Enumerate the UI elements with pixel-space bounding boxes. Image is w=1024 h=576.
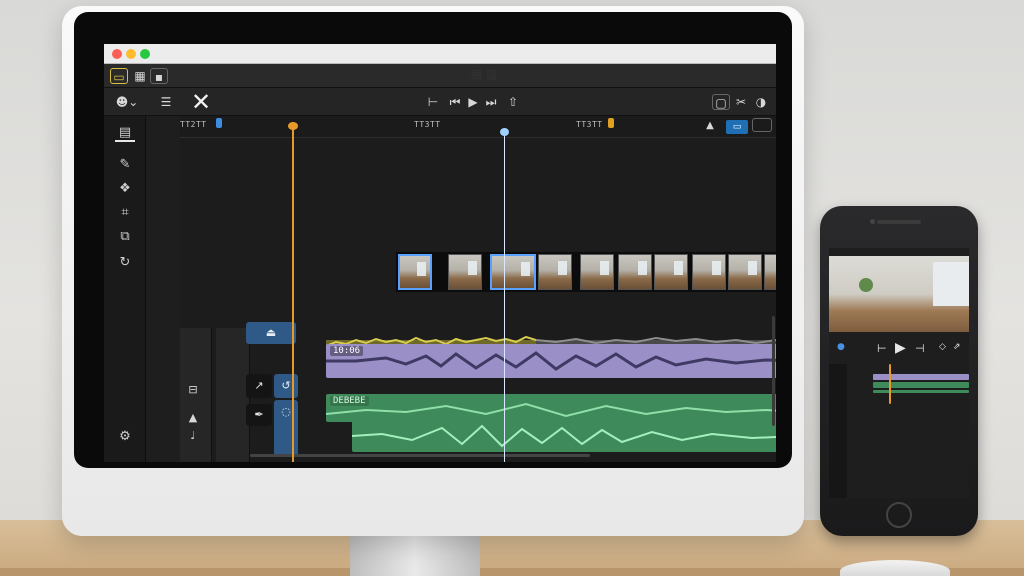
video-thumbnail[interactable] bbox=[580, 254, 614, 290]
transform-icon[interactable]: ⧉ bbox=[115, 228, 135, 246]
audio-clip-green[interactable]: DEBEBE bbox=[326, 394, 776, 422]
snapshot-icon[interactable]: ▢ bbox=[712, 94, 730, 110]
close-icon[interactable]: ✕ bbox=[188, 89, 214, 115]
phone-audio-track-green[interactable] bbox=[873, 382, 969, 388]
phone-speaker bbox=[877, 220, 921, 224]
tools-sidebar: ▤ ✎ ❖ ⌗ ⧉ ↻ ⚙ bbox=[104, 116, 146, 462]
iphone: ⊢ ▶ ⊣ ● ◇ ⇗ bbox=[820, 206, 978, 536]
timeline-view-icon[interactable]: ▭ bbox=[110, 68, 128, 84]
out-marker[interactable] bbox=[608, 118, 614, 128]
phone-share-icon[interactable]: ⇗ bbox=[953, 342, 961, 352]
playhead-in[interactable] bbox=[288, 122, 298, 462]
video-thumbnail[interactable] bbox=[728, 254, 762, 290]
editor-toolbar: ☻⌄ ☰ ✕ ▤ ▥ ⊢ ⏮ ▶ ⏭ ⇧ ▢ ✂ ◑ bbox=[104, 67, 776, 116]
ruler-timecode: TT2TT bbox=[180, 120, 207, 129]
audio-clip-purple[interactable]: 10:06 bbox=[326, 344, 776, 378]
track-audio-button[interactable]: ◌ bbox=[274, 400, 298, 456]
in-marker[interactable] bbox=[216, 118, 222, 128]
phone-skip-back-icon[interactable]: ⊢ bbox=[877, 342, 887, 355]
mouse bbox=[840, 560, 950, 576]
phone-skip-forward-icon[interactable]: ⊣ bbox=[915, 342, 925, 355]
phone-audio-track-green[interactable] bbox=[873, 390, 969, 393]
ruler-timecode: TT3TT bbox=[576, 120, 603, 129]
audio-clip-label: DEBEBE bbox=[330, 396, 369, 406]
preview-plant bbox=[859, 278, 873, 292]
share-icon[interactable]: ◑ bbox=[754, 94, 768, 110]
video-thumbnail[interactable] bbox=[398, 254, 432, 290]
close-window-button[interactable] bbox=[112, 49, 122, 59]
track-header-column bbox=[216, 328, 250, 462]
video-thumbnail[interactable] bbox=[490, 254, 536, 290]
skip-forward-icon[interactable]: ⏭ bbox=[484, 94, 498, 110]
vertical-scrollbar[interactable] bbox=[772, 316, 775, 426]
video-thumbnail[interactable] bbox=[692, 254, 726, 290]
phone-video-preview[interactable] bbox=[829, 256, 969, 332]
export-icon[interactable]: ⇧ bbox=[506, 94, 520, 110]
audio-clip-green[interactable] bbox=[352, 420, 776, 452]
phone-audio-track-purple[interactable] bbox=[873, 374, 969, 380]
window-titlebar bbox=[104, 44, 776, 64]
timeline-ruler[interactable]: TT2TT TT3TT TT3TT ▲ ▭ bbox=[180, 116, 776, 138]
inspector-icon[interactable]: ▤ bbox=[115, 124, 135, 142]
phone-camera bbox=[870, 219, 875, 224]
settings-gear-icon[interactable]: ⚙ bbox=[115, 428, 135, 446]
track-lock-icon[interactable]: ⊟ bbox=[186, 382, 200, 398]
list-icon[interactable]: ☰ bbox=[158, 94, 174, 110]
ruler-timecode: TT3TT bbox=[414, 120, 441, 129]
speed-icon[interactable]: ↻ bbox=[115, 254, 135, 272]
phone-home-button[interactable] bbox=[886, 502, 912, 528]
track-trim-button[interactable]: ↗ bbox=[246, 374, 272, 398]
color-icon[interactable]: ❖ bbox=[115, 180, 135, 198]
phone-track-headers bbox=[829, 364, 847, 498]
playhead[interactable] bbox=[500, 128, 509, 462]
phone-edit-icon[interactable]: ◇ bbox=[939, 342, 946, 352]
preview-window bbox=[933, 262, 969, 306]
layout-icon[interactable]: ▭ bbox=[726, 120, 748, 134]
emoji-icon[interactable]: ☻⌄ bbox=[112, 94, 142, 110]
fullscreen-icon[interactable] bbox=[752, 118, 772, 132]
cut-icon[interactable]: ✂ bbox=[734, 94, 748, 110]
skip-back-icon[interactable]: ⏮ bbox=[448, 94, 462, 110]
track-up-icon[interactable]: ▲ bbox=[186, 410, 200, 426]
phone-playhead[interactable] bbox=[889, 364, 891, 404]
audio-clip-timecode: 10:06 bbox=[330, 346, 364, 356]
grid-icon[interactable]: ▦ bbox=[132, 68, 148, 84]
crop-icon[interactable]: ⌗ bbox=[115, 204, 135, 222]
video-thumbnail[interactable] bbox=[654, 254, 688, 290]
video-thumbnail[interactable] bbox=[538, 254, 572, 290]
pen-icon[interactable]: ✎ bbox=[115, 156, 135, 174]
track-audio-icon[interactable]: ♩ bbox=[186, 428, 200, 444]
play-icon[interactable]: ▶ bbox=[466, 94, 480, 110]
track-link-button[interactable]: ↺ bbox=[274, 374, 298, 398]
library-icon[interactable]: ▪ bbox=[150, 68, 168, 84]
track-blade-button[interactable]: ✒ bbox=[246, 404, 272, 426]
video-clip-strip[interactable] bbox=[396, 252, 776, 292]
video-thumbnail[interactable] bbox=[618, 254, 652, 290]
zoom-window-button[interactable] bbox=[140, 49, 150, 59]
timeline[interactable]: ⊟ ▲ ♩ ⏏ ↗ ↺ ✒ ◌ 10:06 DEBEBE bbox=[180, 138, 776, 462]
video-thumbnail[interactable] bbox=[448, 254, 482, 290]
horizontal-scrollbar[interactable] bbox=[250, 454, 590, 457]
minimize-window-button[interactable] bbox=[126, 49, 136, 59]
phone-editor-screen: ⊢ ▶ ⊣ ● ◇ ⇗ bbox=[829, 248, 969, 498]
phone-info-icon[interactable]: ● bbox=[837, 342, 845, 352]
center-title: ▤ ▥ bbox=[470, 67, 498, 81]
markers-icon[interactable]: ⊢ bbox=[426, 94, 440, 110]
warning-icon[interactable]: ▲ bbox=[704, 118, 716, 134]
video-track-button[interactable]: ⏏ bbox=[246, 322, 296, 344]
video-thumbnail[interactable] bbox=[764, 254, 776, 290]
top-toolbar: ▭ ▦ ▪ bbox=[104, 64, 776, 88]
phone-play-icon[interactable]: ▶ bbox=[895, 340, 906, 356]
video-editor-window: ▭ ▦ ▪ ☻⌄ ☰ ✕ ▤ ▥ ⊢ ⏮ ▶ ⏭ ⇧ ▢ ✂ ◑ ▤ ✎ ❖ ⌗… bbox=[104, 44, 776, 462]
